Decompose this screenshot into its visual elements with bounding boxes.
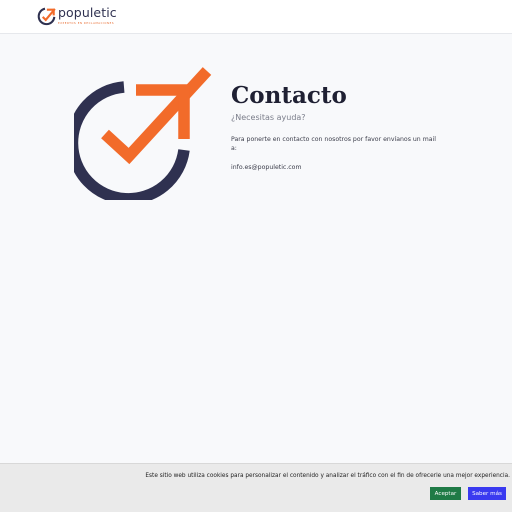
brand-tagline: expertos en reclamaciones xyxy=(58,22,115,25)
cookie-banner-text: Este sitio web utiliza cookies para pers… xyxy=(145,473,510,479)
plane-check-logo-icon xyxy=(74,67,212,200)
cookie-banner: Este sitio web utiliza cookies para pers… xyxy=(0,463,512,512)
contact-section: Contacto ¿Necesitas ayuda? Para ponerte … xyxy=(231,82,451,171)
page: populetic expertos en reclamaciones Cont… xyxy=(0,0,512,512)
plane-check-logo-icon xyxy=(37,7,56,26)
learn-more-button[interactable]: Saber más xyxy=(468,487,506,500)
contact-email[interactable]: info.es@populetic.com xyxy=(231,164,451,171)
site-header: populetic expertos en reclamaciones xyxy=(0,0,512,34)
brand-name: populetic xyxy=(58,5,117,20)
page-subtitle: ¿Necesitas ayuda? xyxy=(231,113,306,122)
page-title: Contacto xyxy=(231,82,347,109)
accept-cookies-button[interactable]: Aceptar xyxy=(430,487,461,500)
contact-message: Para ponerte en contacto con nosotros po… xyxy=(231,136,436,152)
